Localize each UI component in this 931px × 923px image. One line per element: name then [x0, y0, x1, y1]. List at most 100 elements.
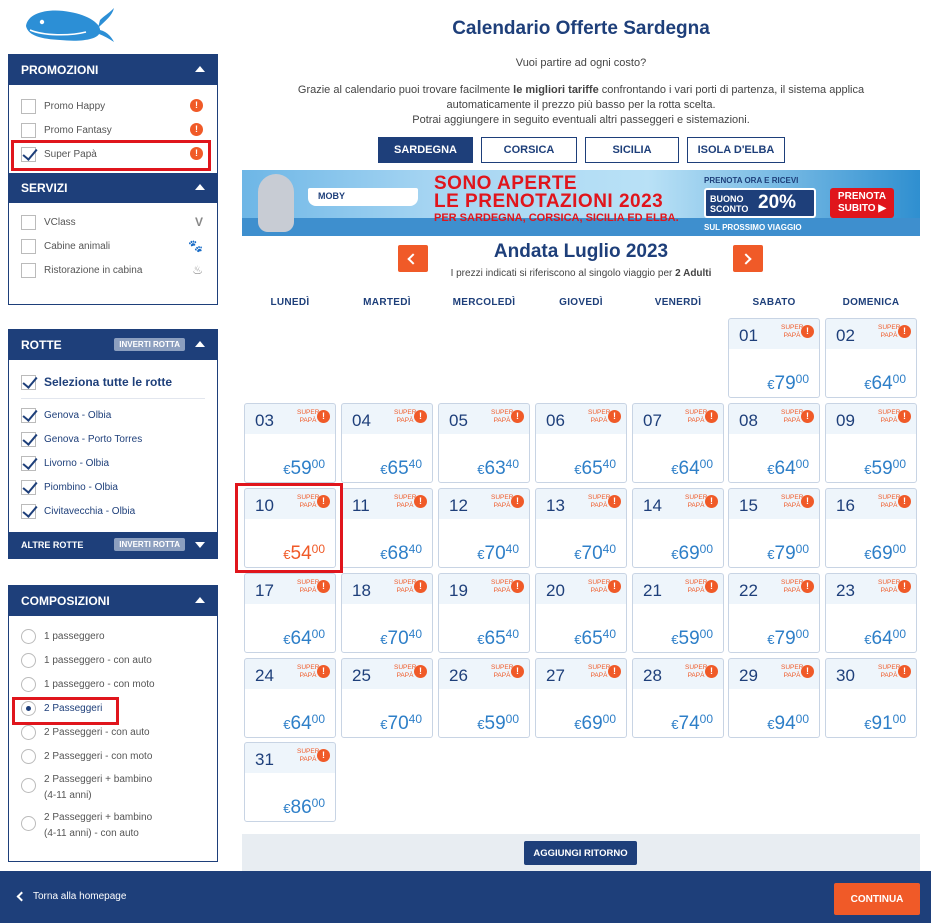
calendar-day[interactable]: 17 SUPER PAPÀ! €6400 — [244, 573, 336, 653]
composition-radio[interactable] — [21, 816, 36, 831]
expand-other-routes-icon[interactable] — [195, 542, 205, 548]
composition-option[interactable]: 1 passeggero - con moto — [9, 672, 217, 696]
route-civitavecchia-olbia-checkbox[interactable] — [21, 503, 36, 519]
calendar-day[interactable]: 14 SUPER PAPÀ! €6900 — [632, 488, 724, 568]
composition-option[interactable]: 2 Passeggeri - con moto — [9, 744, 217, 768]
calendar-day[interactable]: 24 SUPER PAPÀ! €6400 — [244, 658, 336, 738]
promo-info-icon[interactable]: ! — [608, 665, 621, 678]
calendar-day[interactable]: 04 SUPER PAPÀ! €6540 — [341, 403, 433, 483]
promo-info-icon[interactable]: ! — [511, 665, 524, 678]
calendar-day[interactable]: 30 SUPER PAPÀ! €9100 — [825, 658, 917, 738]
promo-fantasy-checkbox[interactable] — [21, 122, 36, 138]
composition-radio[interactable] — [21, 676, 36, 692]
compositions-header[interactable]: COMPOSIZIONI — [9, 586, 217, 616]
tab-sicilia[interactable]: SICILIA — [585, 137, 679, 163]
promo-info-icon[interactable]: ! — [898, 495, 911, 508]
promo-info-icon[interactable]: ! — [801, 495, 814, 508]
select-all-routes-checkbox[interactable] — [21, 374, 36, 390]
calendar-day[interactable]: 08 SUPER PAPÀ! €6400 — [728, 403, 820, 483]
promo-info-icon[interactable]: ! — [414, 580, 427, 593]
collapse-routes-icon[interactable] — [195, 341, 205, 347]
promo-info-icon[interactable]: ! — [414, 665, 427, 678]
promo-info-icon[interactable]: ! — [511, 495, 524, 508]
promo-info-icon[interactable]: ! — [705, 665, 718, 678]
promo-info-icon[interactable]: ! — [898, 665, 911, 678]
route-livorno-olbia-checkbox[interactable] — [21, 455, 36, 471]
pet-cabin-checkbox[interactable] — [21, 238, 36, 254]
promo-fantasy-info-icon[interactable]: ! — [190, 123, 203, 136]
promo-info-icon[interactable]: ! — [317, 410, 330, 423]
promo-info-icon[interactable]: ! — [414, 410, 427, 423]
composition-option[interactable]: 2 Passeggeri + bambino (4-11 anni) - con… — [9, 806, 217, 844]
collapse-services-icon[interactable] — [195, 184, 205, 190]
promo-info-icon[interactable]: ! — [898, 325, 911, 338]
continue-button[interactable]: CONTINUA — [834, 883, 920, 915]
promo-info-icon[interactable]: ! — [801, 325, 814, 338]
calendar-day[interactable]: 28 SUPER PAPÀ! €7400 — [632, 658, 724, 738]
calendar-day[interactable]: 21 SUPER PAPÀ! €5900 — [632, 573, 724, 653]
promo-info-icon[interactable]: ! — [511, 580, 524, 593]
promo-fantasy-option[interactable]: Promo Fantasy ! — [9, 118, 217, 142]
calendar-day[interactable]: 09 SUPER PAPÀ! €5900 — [825, 403, 917, 483]
promo-info-icon[interactable]: ! — [608, 580, 621, 593]
calendar-day[interactable]: 15 SUPER PAPÀ! €7900 — [728, 488, 820, 568]
route-civitavecchia-olbia[interactable]: Civitavecchia - Olbia — [9, 499, 217, 523]
composition-radio[interactable] — [21, 748, 36, 764]
whale-logo[interactable] — [20, 2, 115, 44]
other-routes-header[interactable]: ALTRE ROTTE INVERTI ROTTA — [9, 532, 217, 558]
calendar-day[interactable]: 23 SUPER PAPÀ! €6400 — [825, 573, 917, 653]
tab-sardegna[interactable]: SARDEGNA — [378, 137, 473, 163]
pet-cabin-option[interactable]: Cabine animali 🐾 — [9, 234, 217, 258]
promo-banner[interactable]: SONO APERTE LE PRENOTAZIONI 2023 PER SAR… — [242, 170, 920, 236]
calendar-day[interactable]: 31 SUPER PAPÀ! €8600 — [244, 742, 336, 822]
calendar-day[interactable]: 13 SUPER PAPÀ! €7040 — [535, 488, 627, 568]
composition-option[interactable]: 1 passeggero - con auto — [9, 648, 217, 672]
tab-isola-d-elba[interactable]: ISOLA D'ELBA — [687, 137, 785, 163]
promo-info-icon[interactable]: ! — [898, 580, 911, 593]
route-livorno-olbia[interactable]: Livorno - Olbia — [9, 451, 217, 475]
calendar-day[interactable]: 29 SUPER PAPÀ! €9400 — [728, 658, 820, 738]
calendar-day[interactable]: 01 SUPER PAPÀ! €7900 — [728, 318, 820, 398]
select-all-routes-option[interactable]: Seleziona tutte le rotte — [9, 368, 217, 396]
composition-option[interactable]: 1 passeggero — [9, 624, 217, 648]
promo-info-icon[interactable]: ! — [608, 410, 621, 423]
promo-info-icon[interactable]: ! — [317, 749, 330, 762]
calendar-day[interactable]: 03 SUPER PAPÀ! €5900 — [244, 403, 336, 483]
calendar-day[interactable]: 19 SUPER PAPÀ! €6540 — [438, 573, 530, 653]
calendar-day[interactable]: 27 SUPER PAPÀ! €6900 — [535, 658, 627, 738]
promo-info-icon[interactable]: ! — [317, 580, 330, 593]
services-header[interactable]: SERVIZI — [9, 173, 217, 203]
calendar-day[interactable]: 20 SUPER PAPÀ! €6540 — [535, 573, 627, 653]
vclass-option[interactable]: VClass V — [9, 210, 217, 234]
route-genova-olbia[interactable]: Genova - Olbia — [9, 403, 217, 427]
composition-radio[interactable] — [21, 778, 36, 793]
promo-info-icon[interactable]: ! — [705, 580, 718, 593]
promo-happy-info-icon[interactable]: ! — [190, 99, 203, 112]
promotions-header[interactable]: PROMOZIONI — [9, 55, 217, 85]
book-now-button[interactable]: PRENOTA SUBITO ▶ — [830, 188, 894, 218]
routes-header[interactable]: ROTTE INVERTI ROTTA — [9, 330, 217, 360]
calendar-day[interactable]: 02 SUPER PAPÀ! €6400 — [825, 318, 917, 398]
promo-info-icon[interactable]: ! — [801, 665, 814, 678]
other-invert-route-button[interactable]: INVERTI ROTTA — [114, 538, 185, 551]
route-piombino-olbia[interactable]: Piombino - Olbia — [9, 475, 217, 499]
promo-info-icon[interactable]: ! — [705, 495, 718, 508]
back-to-homepage-link[interactable]: Torna alla homepage — [16, 891, 126, 902]
calendar-day[interactable]: 12 SUPER PAPÀ! €7040 — [438, 488, 530, 568]
collapse-compositions-icon[interactable] — [195, 597, 205, 603]
composition-option[interactable]: 2 Passeggeri + bambino (4-11 anni) — [9, 768, 217, 806]
vclass-checkbox[interactable] — [21, 214, 36, 230]
promo-happy-checkbox[interactable] — [21, 98, 36, 114]
invert-route-button[interactable]: INVERTI ROTTA — [114, 338, 185, 351]
collapse-promotions-icon[interactable] — [195, 66, 205, 72]
calendar-day[interactable]: 26 SUPER PAPÀ! €5900 — [438, 658, 530, 738]
calendar-day[interactable]: 06 SUPER PAPÀ! €6540 — [535, 403, 627, 483]
calendar-day[interactable]: 18 SUPER PAPÀ! €7040 — [341, 573, 433, 653]
promo-happy-option[interactable]: Promo Happy ! — [9, 94, 217, 118]
promo-info-icon[interactable]: ! — [801, 410, 814, 423]
composition-radio[interactable] — [21, 652, 36, 668]
cabin-dining-checkbox[interactable] — [21, 262, 36, 278]
calendar-day[interactable]: 22 SUPER PAPÀ! €7900 — [728, 573, 820, 653]
promo-info-icon[interactable]: ! — [608, 495, 621, 508]
promo-info-icon[interactable]: ! — [801, 580, 814, 593]
